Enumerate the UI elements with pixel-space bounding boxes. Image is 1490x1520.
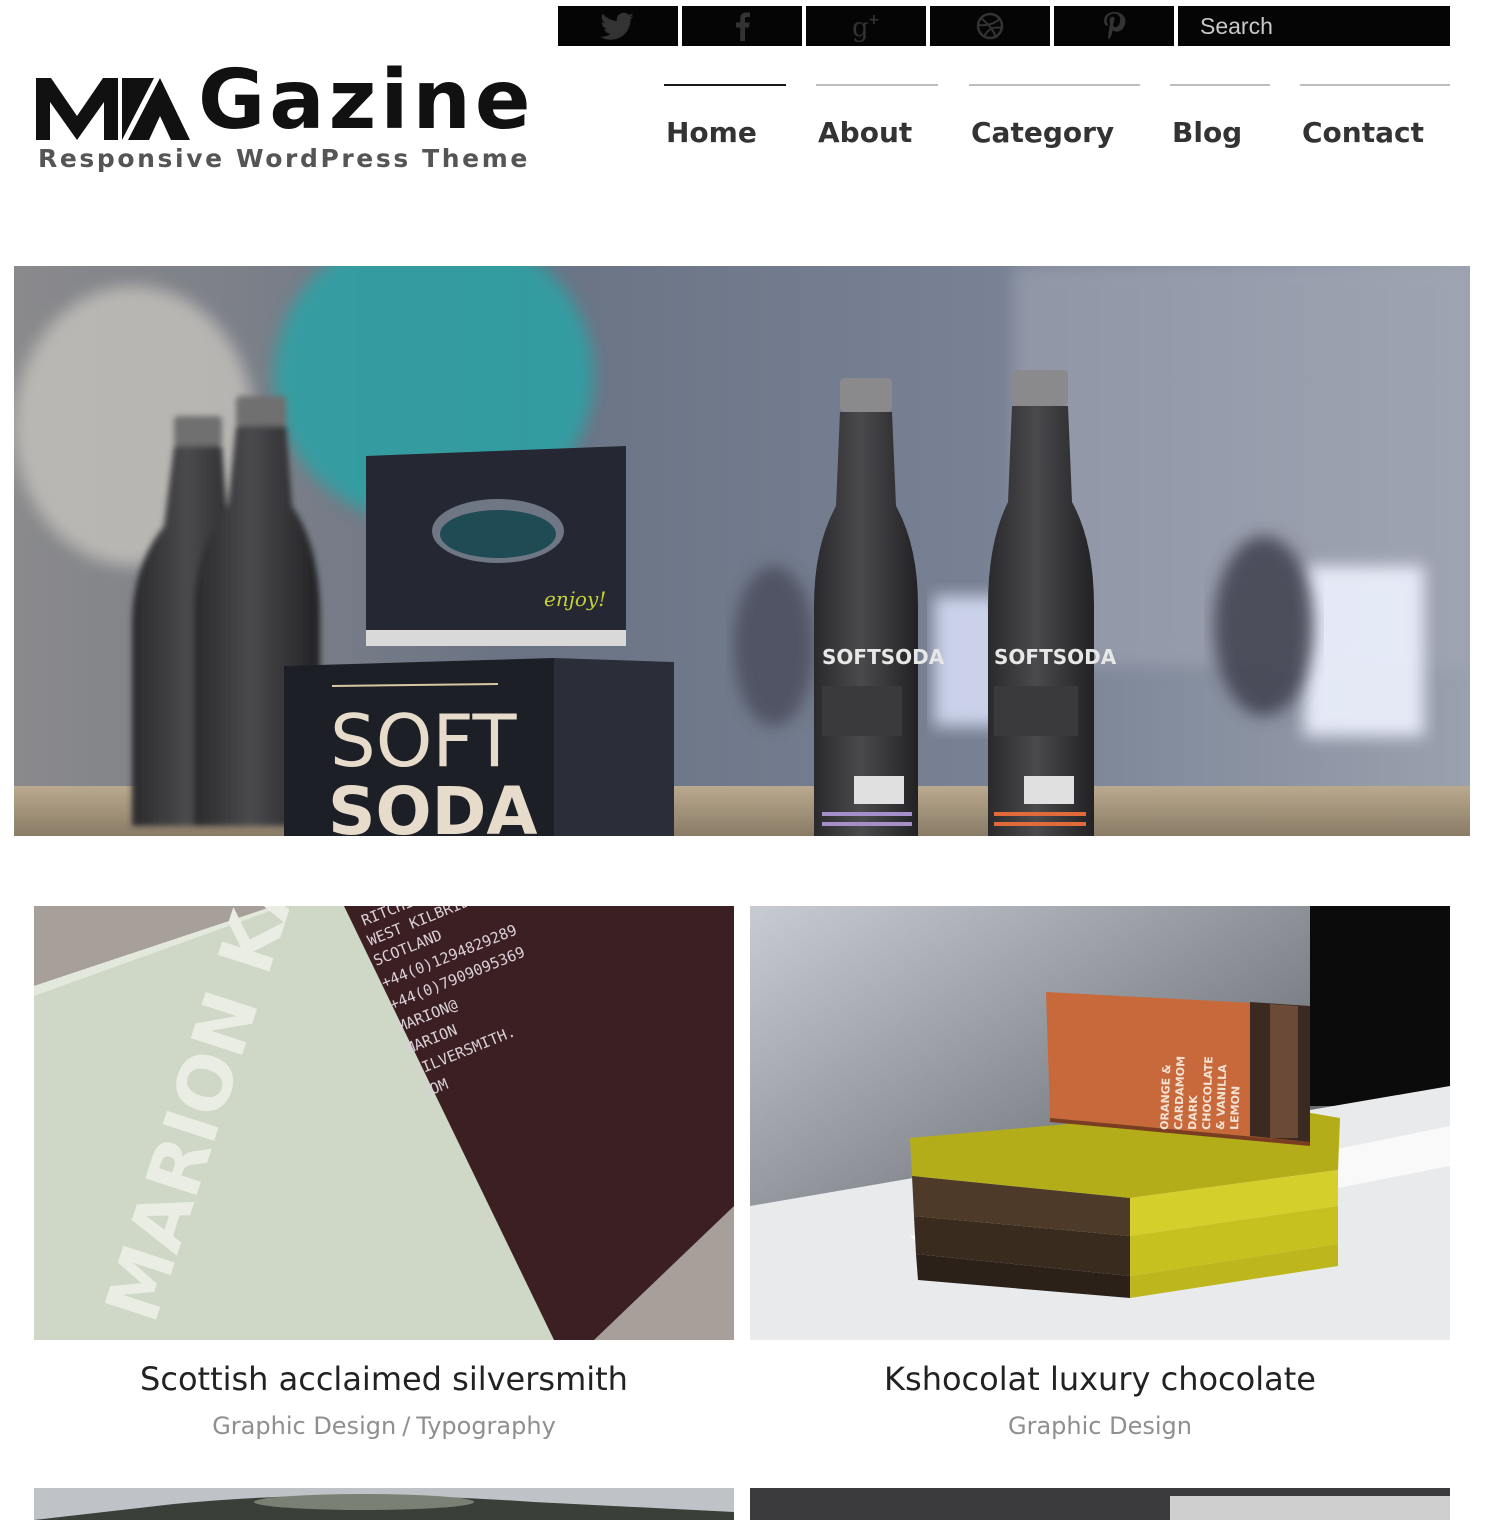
post-title[interactable]: Scottish acclaimed silversmith (34, 1360, 734, 1398)
search-input[interactable] (1198, 5, 1450, 47)
nav-label: Home (666, 116, 757, 149)
post-categories: Graphic Design (750, 1412, 1450, 1440)
nav-item-about[interactable]: About (816, 84, 938, 160)
twitter-bird-icon (600, 12, 634, 40)
svg-text:ORANGE &: ORANGE & (1158, 1064, 1173, 1130)
post-thumbnail[interactable]: MARION KANE RITCHIE STREET WEST KILBRIDE… (34, 906, 734, 1340)
nav-item-category[interactable]: Category (969, 84, 1140, 160)
google-plus-button[interactable]: g + (806, 6, 926, 46)
hero-slider-image[interactable]: enjoy! SOFT SODA SOFTSODA SOFTSODA (14, 266, 1470, 836)
svg-text:CARDAMOM: CARDAMOM (1172, 1056, 1188, 1130)
post-title[interactable]: Kshocolat luxury chocolate (750, 1360, 1450, 1398)
category-link[interactable]: Typography (416, 1412, 556, 1440)
nav-item-contact[interactable]: Contact (1300, 84, 1450, 160)
chocolate-box-illustration: ORANGE & CARDAMOM DARK CHOCOLATE & VANIL… (750, 906, 1450, 1340)
svg-text:+: + (868, 12, 880, 28)
pinterest-button[interactable] (1054, 6, 1174, 46)
hero-illustration: enjoy! SOFT SODA SOFTSODA SOFTSODA (14, 266, 1470, 836)
hero-bottle-label: SOFTSODA (994, 645, 1117, 669)
hero-bottle-label: SOFTSODA (822, 645, 945, 669)
svg-text:DARK: DARK (1186, 1095, 1200, 1131)
logo-text: Gazine (198, 53, 535, 148)
nav-divider-line (1300, 84, 1450, 86)
nav-divider-line (969, 84, 1140, 86)
hero-box-brand-line2: SODA (328, 773, 538, 836)
post-categories: Graphic Design / Typography (34, 1412, 734, 1440)
facebook-f-icon (736, 12, 750, 41)
post-card[interactable]: ORANGE & CARDAMOM DARK CHOCOLATE & VANIL… (750, 906, 1450, 1440)
nav-label: Blog (1172, 116, 1243, 149)
svg-text:CHOCOLATE: CHOCOLATE (1200, 1056, 1216, 1130)
business-card-illustration: MARION KANE RITCHIE STREET WEST KILBRIDE… (34, 906, 734, 1340)
pinterest-p-icon (1104, 12, 1126, 40)
social-bar: g + (558, 5, 1450, 47)
logo-tagline: Responsive WordPress Theme (38, 144, 530, 173)
next-post-image-peek (34, 1488, 734, 1520)
nav-active-indicator (664, 84, 786, 86)
post-thumbnail[interactable]: ORANGE & CARDAMOM DARK CHOCOLATE & VANIL… (750, 906, 1450, 1340)
svg-text:& VANILLA: & VANILLA (1214, 1064, 1229, 1130)
hero-box-brand-line1: SOFT (330, 699, 518, 783)
twitter-button[interactable] (558, 6, 678, 46)
category-link[interactable]: Graphic Design (212, 1412, 396, 1440)
main-nav: Home About Category Blog Contact (664, 84, 1450, 164)
nav-label: Contact (1302, 116, 1424, 149)
category-link[interactable]: Graphic Design (1008, 1412, 1192, 1440)
nav-item-home[interactable]: Home (664, 84, 786, 160)
search-box (1178, 5, 1450, 47)
logo-ma-mark (36, 78, 190, 140)
facebook-button[interactable] (682, 6, 802, 46)
nav-divider-line (816, 84, 938, 86)
nav-label: Category (971, 116, 1115, 149)
nav-divider-line (1170, 84, 1270, 86)
category-separator: / (402, 1412, 411, 1440)
post-thumbnail-next[interactable] (750, 1488, 1450, 1520)
nav-item-blog[interactable]: Blog (1170, 84, 1270, 160)
site-logo[interactable]: Gazine Responsive WordPress Theme (36, 60, 546, 190)
nav-label: About (818, 116, 913, 149)
next-post-image-peek (750, 1488, 1450, 1520)
dribbble-button[interactable] (930, 6, 1050, 46)
svg-text:LEMON: LEMON (1228, 1086, 1243, 1130)
dribbble-ball-icon (976, 12, 1004, 40)
logo-wordmark: Gazine (36, 53, 535, 148)
hero-handwritten-text: enjoy! (544, 587, 606, 611)
google-plus-icon: g + (852, 12, 880, 42)
post-thumbnail-next[interactable] (34, 1488, 734, 1520)
svg-text:g: g (852, 13, 869, 42)
post-card[interactable]: MARION KANE RITCHIE STREET WEST KILBRIDE… (34, 906, 734, 1440)
